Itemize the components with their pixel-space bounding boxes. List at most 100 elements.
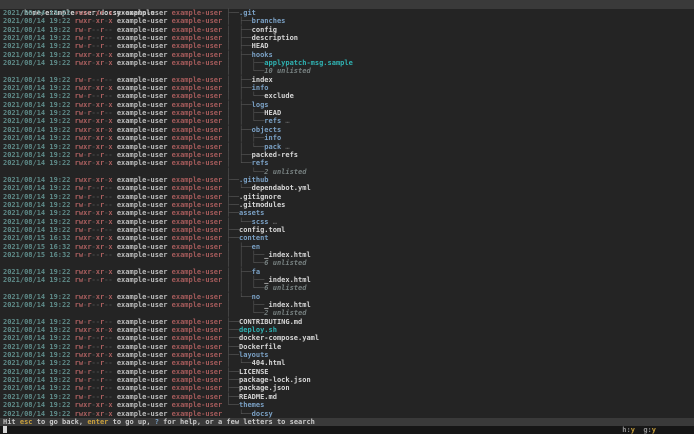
- tree-row-HEAD[interactable]: 2021/08/14 19:22 rw-r--r-- example-user …: [0, 109, 694, 117]
- owner-user: example-user: [116, 59, 168, 68]
- tree-row-_index.html[interactable]: 2021/08/14 19:22 rw-r--r-- example-user …: [0, 301, 694, 309]
- tree-row-themes[interactable]: 2021/08/14 19:22 rwxr-xr-x example-user …: [0, 401, 694, 409]
- tree-branch-lines: ├──: [226, 334, 240, 343]
- tree-row-assets[interactable]: 2021/08/14 19:22 rwxr-xr-x example-user …: [0, 209, 694, 217]
- owner-user: example-user: [116, 225, 168, 234]
- tree-row-branches[interactable]: 2021/08/14 19:22 rwxr-xr-x example-user …: [0, 17, 694, 25]
- tree-row-refs[interactable]: 2021/08/14 19:22 rwxr-xr-x example-user …: [0, 159, 694, 167]
- tree-row-info[interactable]: 2021/08/14 19:22 rwxr-xr-x example-user …: [0, 134, 694, 142]
- tree-row-en[interactable]: 2021/08/15 16:32 rwxr-xr-x example-user …: [0, 243, 694, 251]
- file-name: HEAD: [264, 109, 282, 118]
- tree-row-fa[interactable]: 2021/08/14 19:22 rwxr-xr-x example-user …: [0, 268, 694, 276]
- tree-row-.git[interactable]: 2021/08/14 19:22 rwxr-xr-x example-user …: [0, 9, 694, 17]
- tree-row-content[interactable]: 2021/08/15 16:32 rwxr-xr-x example-user …: [0, 234, 694, 242]
- modified-date: 2021/08/14 19:22: [3, 117, 71, 126]
- collapsed-ellipsis: …: [281, 117, 290, 126]
- tree-row-config[interactable]: 2021/08/14 19:22 rw-r--r-- example-user …: [0, 26, 694, 34]
- tree-row-layouts[interactable]: 2021/08/14 19:22 rwxr-xr-x example-user …: [0, 351, 694, 359]
- owner-user: example-user: [116, 376, 168, 385]
- owner-group: example-user: [171, 376, 223, 385]
- toggle-flags[interactable]: h:y g:y: [622, 426, 656, 434]
- tree-row-index[interactable]: 2021/08/14 19:22 rw-r--r-- example-user …: [0, 76, 694, 84]
- permissions: rw-r--r--: [74, 184, 113, 193]
- modified-date: 2021/08/14 19:22: [3, 334, 71, 343]
- permissions: rwxr-xr-x: [74, 84, 113, 93]
- tree-row-deploy.sh[interactable]: 2021/08/14 19:22 rwxr-xr-x example-user …: [0, 326, 694, 334]
- tree-row-README.md[interactable]: 2021/08/14 19:22 rw-r--r-- example-user …: [0, 393, 694, 401]
- tree-row-_index.html[interactable]: 2021/08/15 16:32 rw-r--r-- example-user …: [0, 251, 694, 259]
- permissions: rw-r--r--: [74, 192, 113, 201]
- owner-group: example-user: [171, 9, 223, 17]
- row-metadata: 2021/08/14 19:22 rw-r--r-- example-user …: [3, 301, 226, 309]
- tree-row-hooks[interactable]: 2021/08/14 19:22 rwxr-xr-x example-user …: [0, 51, 694, 59]
- tree-row-pack[interactable]: 2021/08/14 19:22 rwxr-xr-x example-user …: [0, 143, 694, 151]
- permissions: rwxr-xr-x: [74, 267, 113, 276]
- file-name: _index.html: [264, 276, 311, 284]
- tree-branch-lines: │ ├──: [226, 301, 265, 310]
- tree-row-HEAD[interactable]: 2021/08/14 19:22 rw-r--r-- example-user …: [0, 42, 694, 50]
- tree-row-Dockerfile[interactable]: 2021/08/14 19:22 rw-r--r-- example-user …: [0, 343, 694, 351]
- search-input-line[interactable]: h:y g:y: [0, 426, 694, 434]
- tree-row-description[interactable]: 2021/08/14 19:22 rw-r--r-- example-user …: [0, 34, 694, 42]
- row-metadata: 2021/08/14 19:22 rw-r--r-- example-user …: [3, 226, 226, 234]
- tree-row-package.json[interactable]: 2021/08/14 19:22 rw-r--r-- example-user …: [0, 384, 694, 392]
- tree-branch-lines: │ ├──: [226, 17, 252, 26]
- owner-user: example-user: [116, 92, 168, 101]
- tree-row-LICENSE[interactable]: 2021/08/14 19:22 rw-r--r-- example-user …: [0, 368, 694, 376]
- tree-row-.github[interactable]: 2021/08/14 19:22 rwxr-xr-x example-user …: [0, 176, 694, 184]
- tree-row-.gitmodules[interactable]: 2021/08/14 19:22 rw-r--r-- example-user …: [0, 201, 694, 209]
- permissions: rw-r--r--: [74, 34, 113, 43]
- tree-branch-lines: ├──: [226, 392, 240, 401]
- unlisted-count-row: │ │ └──6 unlisted: [0, 284, 694, 292]
- tree-row-info[interactable]: 2021/08/14 19:22 rwxr-xr-x example-user …: [0, 84, 694, 92]
- permissions: rwxr-xr-x: [74, 100, 113, 109]
- tree-branch-lines: ├──: [226, 376, 240, 385]
- tree-row-docker-compose.yaml[interactable]: 2021/08/14 19:22 rw-r--r-- example-user …: [0, 334, 694, 342]
- unlisted-count-row: │ └──2 unlisted: [0, 168, 694, 176]
- tree-row-no[interactable]: 2021/08/14 19:22 rwxr-xr-x example-user …: [0, 293, 694, 301]
- directory-name: assets: [239, 209, 265, 218]
- tree-row-config.toml[interactable]: 2021/08/14 19:22 rw-r--r-- example-user …: [0, 226, 694, 234]
- tree-row-packed-refs[interactable]: 2021/08/14 19:22 rw-r--r-- example-user …: [0, 151, 694, 159]
- tree-row-scss[interactable]: 2021/08/14 19:22 rwxr-xr-x example-user …: [0, 218, 694, 226]
- row-metadata: 2021/08/14 19:22 rw-r--r-- example-user …: [3, 76, 226, 84]
- tree-row-logs[interactable]: 2021/08/14 19:22 rwxr-xr-x example-user …: [0, 101, 694, 109]
- tree-row-exclude[interactable]: 2021/08/14 19:22 rw-r--r-- example-user …: [0, 92, 694, 100]
- file-name: HEAD: [251, 42, 269, 51]
- tree-branch-lines: └──: [226, 409, 252, 418]
- tree-row-objects[interactable]: 2021/08/14 19:22 rwxr-xr-x example-user …: [0, 126, 694, 134]
- tree-row-applypatch-msg.sample[interactable]: 2021/08/14 19:22 rwxr-xr-x example-user …: [0, 59, 694, 67]
- tree-row-refs[interactable]: 2021/08/14 19:22 rwxr-xr-x example-user …: [0, 117, 694, 125]
- permissions: rwxr-xr-x: [74, 142, 113, 151]
- owner-user: example-user: [116, 367, 168, 376]
- file-name: .gitignore: [239, 192, 282, 201]
- owner-user: example-user: [116, 292, 168, 301]
- owner-group: example-user: [171, 384, 223, 393]
- row-metadata: 2021/08/14 19:22 rw-r--r-- example-user …: [3, 384, 226, 392]
- tree-row-CONTRIBUTING.md[interactable]: 2021/08/14 19:22 rw-r--r-- example-user …: [0, 318, 694, 326]
- permissions: rw-r--r--: [74, 109, 113, 118]
- modified-date: 2021/08/15 16:32: [3, 234, 71, 243]
- tree-row-package-lock.json[interactable]: 2021/08/14 19:22 rw-r--r-- example-user …: [0, 376, 694, 384]
- tree-row-_index.html[interactable]: 2021/08/14 19:22 rw-r--r-- example-user …: [0, 276, 694, 284]
- owner-group: example-user: [171, 242, 223, 251]
- directory-name: objects: [251, 125, 282, 134]
- permissions: rw-r--r--: [74, 342, 113, 351]
- owner-user: example-user: [116, 209, 168, 218]
- owner-user: example-user: [116, 134, 168, 143]
- tree-branch-lines: │ │ └──: [226, 117, 265, 126]
- tree-row-docsy[interactable]: 2021/08/14 19:22 rwxr-xr-x example-user …: [0, 410, 694, 418]
- owner-group: example-user: [171, 301, 223, 310]
- row-metadata: 2021/08/14 19:22 rwxr-xr-x example-user …: [3, 59, 226, 67]
- owner-group: example-user: [171, 17, 223, 26]
- owner-group: example-user: [171, 184, 223, 193]
- permissions: rwxr-xr-x: [74, 159, 113, 168]
- directory-name: refs: [251, 159, 269, 168]
- owner-user: example-user: [116, 351, 168, 360]
- tree-row-404.html[interactable]: 2021/08/14 19:22 rw-r--r-- example-user …: [0, 359, 694, 367]
- unlisted-count: 10 unlisted: [264, 67, 311, 76]
- row-metadata: 2021/08/14 19:22 rwxr-xr-x example-user …: [3, 84, 226, 92]
- tree-row-dependabot.yml[interactable]: 2021/08/14 19:22 rw-r--r-- example-user …: [0, 184, 694, 192]
- directory-name: pack: [264, 142, 282, 151]
- tree-row-.gitignore[interactable]: 2021/08/14 19:22 rw-r--r-- example-user …: [0, 193, 694, 201]
